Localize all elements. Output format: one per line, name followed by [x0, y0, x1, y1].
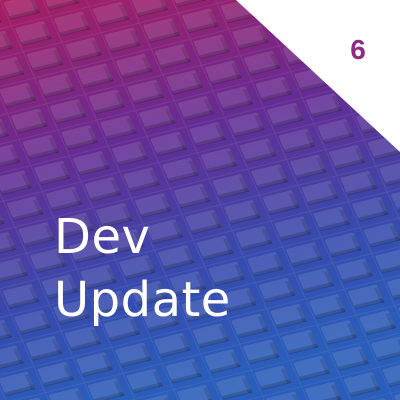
dev-update-card: 6 Dev Update: [0, 0, 400, 400]
page-title: Dev Update: [54, 206, 374, 332]
issue-number: 6: [350, 34, 366, 65]
title-line-1: Dev: [54, 209, 151, 265]
title-line-2: Update: [54, 272, 231, 328]
